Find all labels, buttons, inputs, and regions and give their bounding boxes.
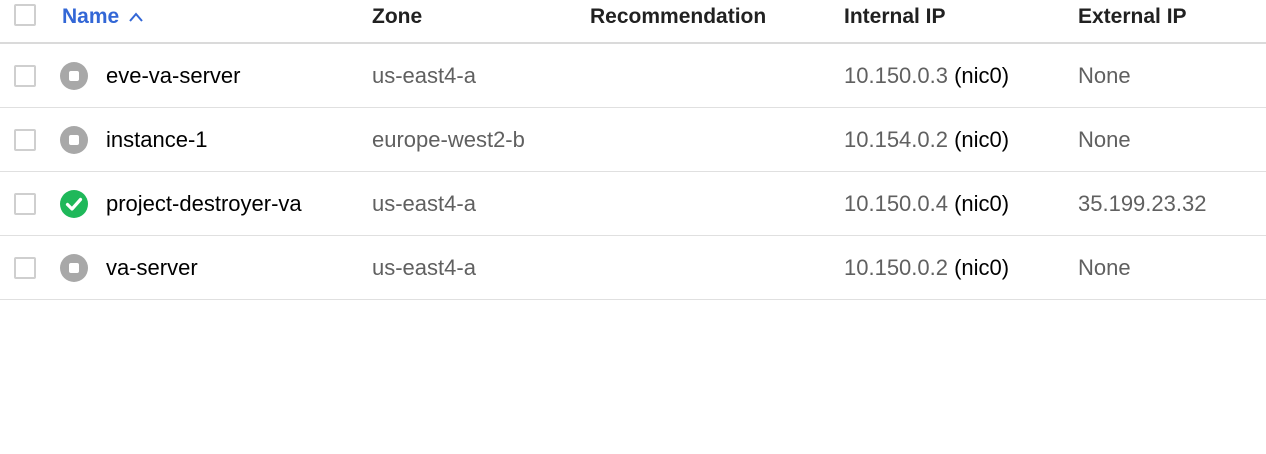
instance-zone: us-east4-a [372, 190, 476, 216]
row-checkbox[interactable] [14, 257, 36, 279]
nic-link[interactable]: (nic0) [954, 255, 1009, 281]
column-header-name[interactable]: Name [62, 0, 143, 42]
column-header-external-ip[interactable]: External IP [1078, 0, 1187, 42]
table-row[interactable]: project-destroyer-va us-east4-a 10.150.0.4… [0, 172, 1266, 236]
internal-ip-address: 10.150.0.2 [844, 254, 948, 280]
instance-external-ip: 35.199.23.32 [1078, 190, 1207, 216]
table-row[interactable]: instance-1 europe-west2-b 10.154.0.2 (nic0… [0, 108, 1266, 172]
instance-zone: us-east4-a [372, 62, 476, 88]
column-header-recommendation[interactable]: Recommendation [590, 0, 766, 42]
row-checkbox[interactable] [14, 129, 36, 151]
stopped-icon [60, 62, 88, 90]
table-row[interactable]: eve-va-server us-east4-a 10.150.0.3 (nic0)… [0, 44, 1266, 108]
instance-internal-ip: 10.154.0.2 (nic0) [844, 108, 1009, 171]
internal-ip-address: 10.150.0.4 [844, 190, 948, 216]
instance-external-ip: None [1078, 62, 1131, 88]
internal-ip-address: 10.154.0.2 [844, 126, 948, 152]
column-header-name-label: Name [62, 5, 120, 28]
sort-by-name-button[interactable]: Name [62, 5, 143, 29]
table-row[interactable]: va-server us-east4-a 10.150.0.2 (nic0) None [0, 236, 1266, 300]
instance-name-link[interactable]: instance-1 [106, 108, 208, 171]
instance-name-link[interactable]: va-server [106, 236, 198, 299]
nic-link[interactable]: (nic0) [954, 191, 1009, 217]
row-checkbox[interactable] [14, 193, 36, 215]
check-circle-icon [60, 190, 88, 218]
stopped-icon [60, 126, 88, 154]
internal-ip-address: 10.150.0.3 [844, 62, 948, 88]
sort-ascending-icon [129, 12, 143, 22]
instance-zone: europe-west2-b [372, 126, 525, 152]
instance-external-ip: None [1078, 254, 1131, 280]
table-header: Name Zone Recommendation Internal IP Ext… [0, 0, 1266, 44]
instance-name-link[interactable]: project-destroyer-va [106, 172, 302, 235]
instance-external-ip: None [1078, 126, 1131, 152]
instance-zone: us-east4-a [372, 254, 476, 280]
nic-link[interactable]: (nic0) [954, 63, 1009, 89]
stopped-icon [60, 254, 88, 282]
instance-internal-ip: 10.150.0.2 (nic0) [844, 236, 1009, 299]
nic-link[interactable]: (nic0) [954, 127, 1009, 153]
vm-instances-table: Name Zone Recommendation Internal IP Ext… [0, 0, 1266, 300]
row-checkbox[interactable] [14, 65, 36, 87]
instance-internal-ip: 10.150.0.4 (nic0) [844, 172, 1009, 235]
select-all-checkbox[interactable] [14, 4, 36, 26]
column-header-zone[interactable]: Zone [372, 0, 422, 42]
column-header-internal-ip[interactable]: Internal IP [844, 0, 946, 42]
instance-name-link[interactable]: eve-va-server [106, 44, 240, 107]
instance-internal-ip: 10.150.0.3 (nic0) [844, 44, 1009, 107]
